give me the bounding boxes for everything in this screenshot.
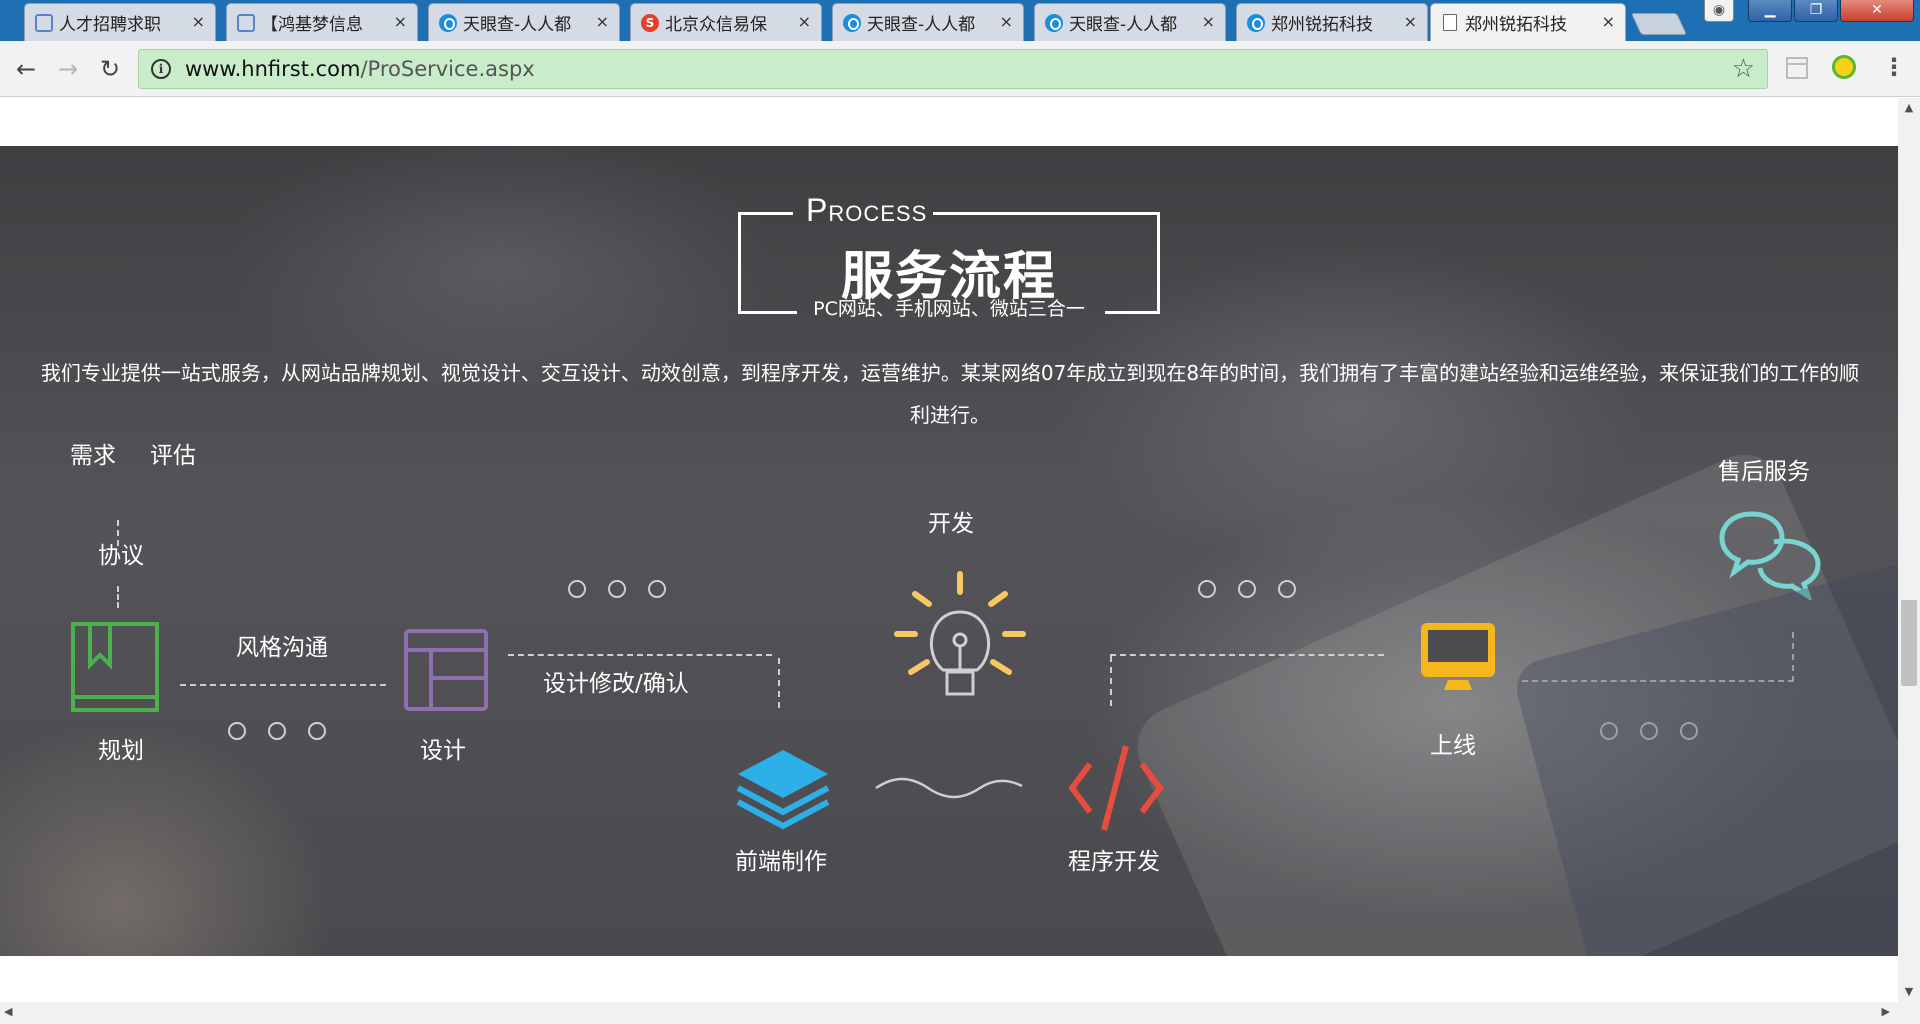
progress-dots: [1600, 722, 1698, 740]
step-develop: 开发: [928, 511, 974, 537]
step-style: 风格沟通: [236, 635, 328, 661]
tab-label: 北京众信易保: [665, 15, 767, 35]
scroll-thumb[interactable]: [1901, 600, 1917, 686]
tab-1[interactable]: 人才招聘求职 ×: [24, 3, 216, 41]
step-agreement: 协议: [98, 543, 144, 569]
step-plan: 规划: [98, 738, 144, 764]
step-revise: 设计修改/确认: [543, 671, 689, 697]
connector: [180, 684, 386, 686]
tab-label: 郑州锐拓科技: [1465, 15, 1567, 35]
extension-icon[interactable]: [1832, 55, 1856, 79]
connector: [1110, 654, 1384, 656]
tab-5[interactable]: 天眼查-人人都 ×: [832, 3, 1024, 41]
bookmark-star-icon[interactable]: ☆: [1732, 54, 1755, 84]
intro-text: 我们专业提供一站式服务，从网站品牌规划、视觉设计、交互设计、动效创意，到程序开发…: [40, 361, 1860, 427]
hand-icon: [237, 14, 255, 32]
forward-button[interactable]: →: [52, 53, 84, 85]
tab-7[interactable]: 郑州锐拓科技 ×: [1236, 3, 1428, 41]
tianyancha-icon: [843, 14, 861, 32]
title-english: Process: [806, 192, 928, 228]
tab-4[interactable]: S 北京众信易保 ×: [630, 3, 822, 41]
connector: [1110, 656, 1112, 706]
info-icon[interactable]: i: [151, 59, 171, 79]
progress-dots: [568, 580, 666, 598]
minimize-button[interactable]: ▁: [1748, 0, 1792, 22]
tab-label: 天眼查-人人都: [1069, 15, 1178, 35]
restore-button[interactable]: ❐: [1794, 0, 1838, 22]
tianyancha-icon: [1247, 14, 1265, 32]
reload-button[interactable]: ↻: [94, 53, 126, 85]
tianyancha-icon: [439, 14, 457, 32]
tab-close-icon[interactable]: ×: [192, 12, 205, 31]
scroll-down-arrow[interactable]: ▼: [1898, 982, 1920, 1002]
scroll-right-arrow[interactable]: ▶: [1882, 1005, 1890, 1018]
tab-label: 郑州锐拓科技: [1271, 15, 1373, 35]
tab-close-icon[interactable]: ×: [798, 12, 811, 31]
address-bar[interactable]: i www.hnfirst.com/ProService.aspx ☆: [138, 49, 1768, 89]
tab-label: 天眼查-人人都: [463, 15, 572, 35]
book-icon: [71, 622, 159, 712]
layers-icon: [736, 750, 830, 830]
url-host: www.hnfirst.com: [185, 57, 361, 81]
menu-icon[interactable]: ⋮: [1882, 53, 1906, 81]
progress-dots: [1198, 580, 1296, 598]
page-viewport: Process 服务流程 PC网站、手机网站、微站三合一 我们专业提供一站式服务…: [0, 98, 1898, 1002]
title-frame: Process 服务流程 PC网站、手机网站、微站三合一: [738, 192, 1160, 320]
scroll-left-arrow[interactable]: ◀: [4, 1005, 12, 1018]
lightbulb-icon: [894, 571, 1026, 696]
new-tab-button[interactable]: [1630, 13, 1688, 35]
tab-8-active[interactable]: 郑州锐拓科技 ×: [1430, 3, 1626, 41]
browser-toolbar: ← → ↻ i www.hnfirst.com/ProService.aspx …: [0, 41, 1920, 97]
hand-icon: [35, 14, 53, 32]
connector: [1792, 632, 1794, 682]
connector: [117, 586, 119, 608]
page-subtitle: PC网站、手机网站、微站三合一: [813, 298, 1085, 320]
tab-close-icon[interactable]: ×: [394, 12, 407, 31]
tab-close-icon[interactable]: ×: [1404, 12, 1417, 31]
back-button[interactable]: ←: [10, 53, 42, 85]
tianyancha-icon: [1045, 14, 1063, 32]
close-window-button[interactable]: ✕: [1840, 0, 1914, 22]
horizontal-scrollbar[interactable]: ◀ ▶: [0, 1002, 1920, 1024]
step-need: 需求: [70, 443, 116, 469]
progress-dots: [228, 722, 326, 740]
step-launch: 上线: [1430, 733, 1476, 759]
wave-connector: [875, 777, 1023, 799]
scroll-up-arrow[interactable]: ▲: [1898, 98, 1920, 118]
step-frontend: 前端制作: [735, 849, 827, 875]
document-icon: [1443, 14, 1457, 31]
vertical-scrollbar[interactable]: ▲ ▼: [1898, 98, 1920, 1002]
connector: [1522, 680, 1794, 682]
monitor-icon: [1421, 623, 1495, 690]
code-icon: [1068, 745, 1164, 831]
tab-close-icon[interactable]: ×: [1602, 12, 1615, 31]
chat-bubbles-icon: [1719, 511, 1821, 600]
step-program: 程序开发: [1068, 849, 1160, 875]
url-path: /ProService.aspx: [360, 57, 535, 81]
connector: [778, 658, 780, 708]
step-aftersales: 售后服务: [1718, 459, 1810, 485]
step-evaluate: 评估: [150, 443, 196, 469]
tab-close-icon[interactable]: ×: [596, 12, 609, 31]
tab-2[interactable]: 【鸿基梦信息 ×: [226, 3, 418, 41]
layout-icon: [404, 629, 488, 711]
reader-extension-icon[interactable]: [1786, 57, 1808, 79]
process-section: Process 服务流程 PC网站、手机网站、微站三合一 我们专业提供一站式服务…: [0, 146, 1898, 956]
step-design: 设计: [420, 738, 466, 764]
tab-3[interactable]: 天眼查-人人都 ×: [428, 3, 620, 41]
tab-label: 【鸿基梦信息: [261, 15, 363, 35]
tab-6[interactable]: 天眼查-人人都 ×: [1034, 3, 1226, 41]
tab-label: 天眼查-人人都: [867, 15, 976, 35]
tab-strip: 人才招聘求职 × 【鸿基梦信息 × 天眼查-人人都 × S 北京众信易保 × 天…: [0, 0, 1920, 41]
sogou-icon: S: [641, 14, 659, 32]
tab-label: 人才招聘求职: [59, 15, 161, 35]
window-controls: ◉ ▁ ❐ ✕: [1704, 0, 1914, 22]
tab-close-icon[interactable]: ×: [1000, 12, 1013, 31]
tab-close-icon[interactable]: ×: [1202, 12, 1215, 31]
user-profile-icon[interactable]: ◉: [1704, 0, 1734, 22]
connector: [508, 654, 772, 656]
